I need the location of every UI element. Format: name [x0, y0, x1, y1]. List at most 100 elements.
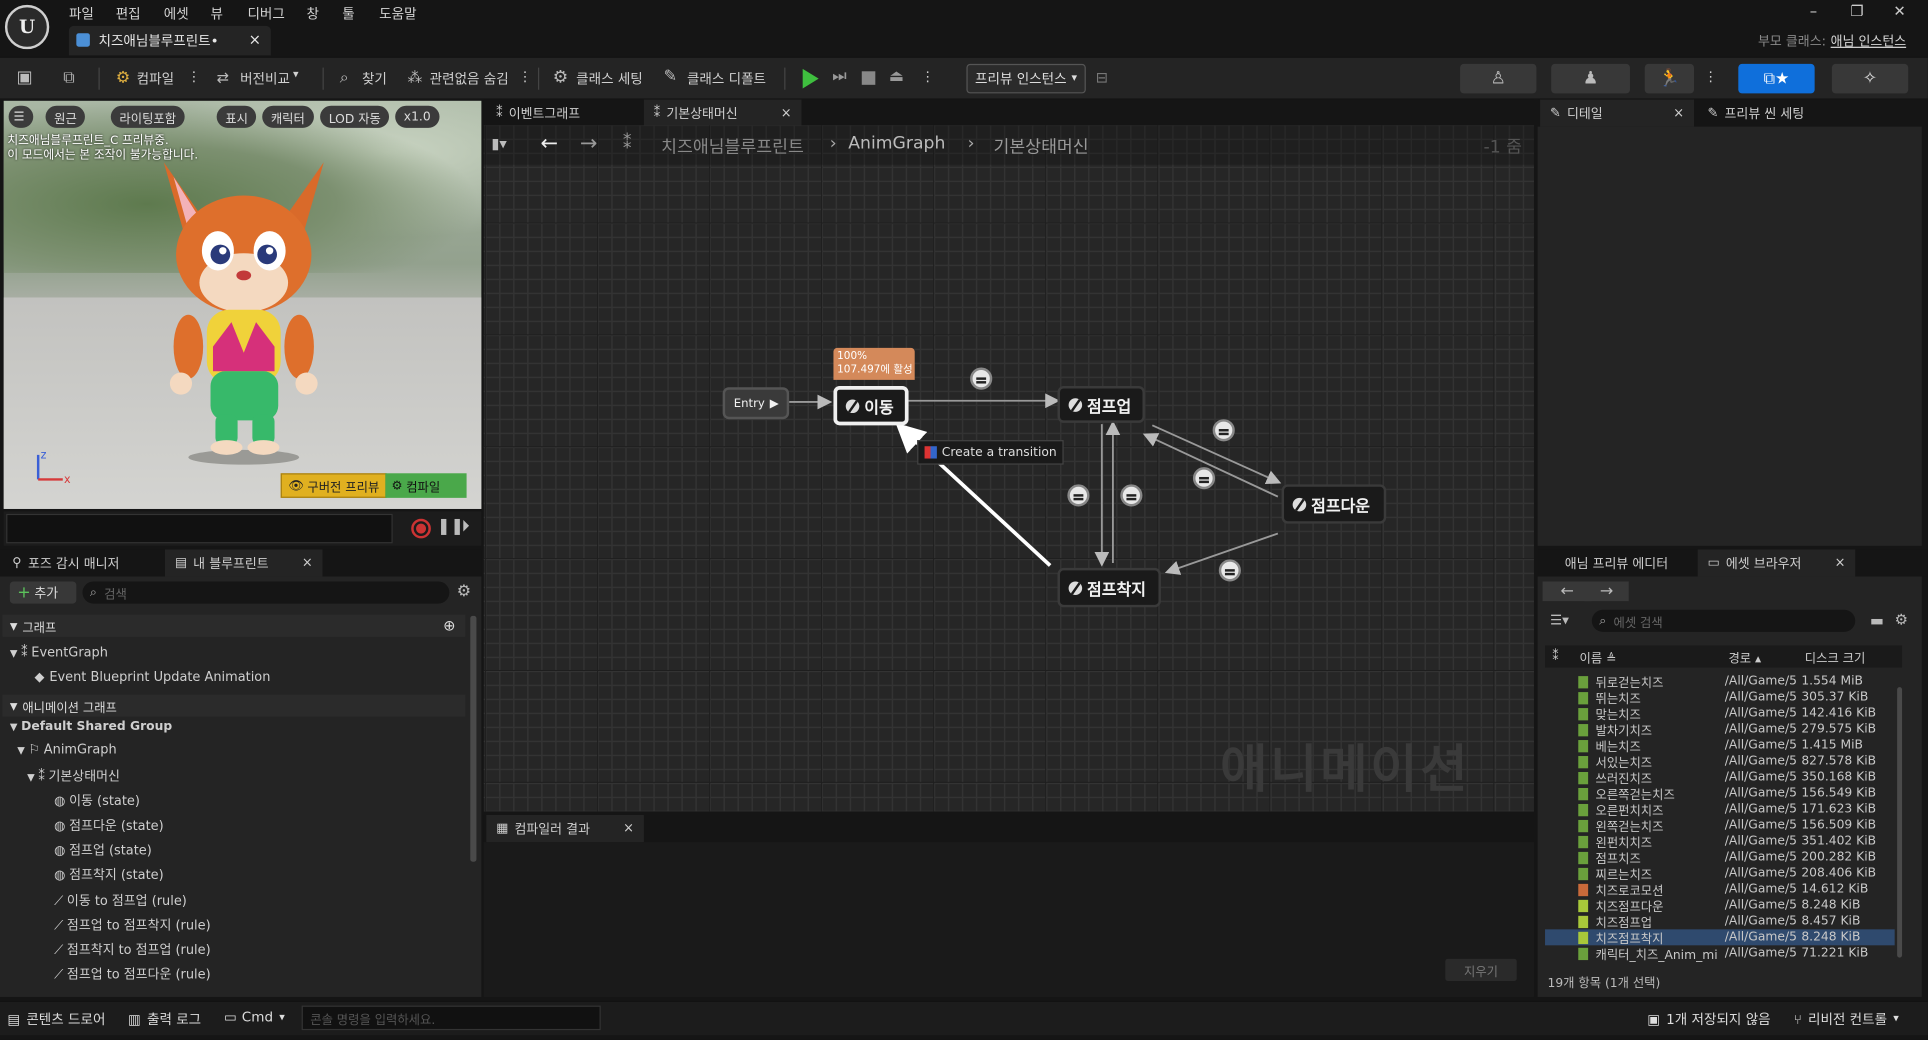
- search-input[interactable]: ⌕ 검색: [82, 581, 450, 604]
- close-icon[interactable]: ×: [302, 556, 313, 571]
- asset-row[interactable]: 맞는치즈/All/Game/5 142.416 KiB: [1545, 706, 1895, 723]
- menu-asset[interactable]: 에셋: [164, 4, 189, 24]
- diff-button[interactable]: 버전비교: [240, 69, 290, 89]
- tree-anim-graph[interactable]: ▼ ⚐ AnimGraph: [17, 742, 116, 757]
- state-node-jump-down[interactable]: 점프다운: [1281, 484, 1387, 524]
- step-forward-icon[interactable]: ⏵: [462, 518, 470, 536]
- menu-view[interactable]: 뷰: [211, 4, 223, 24]
- menu-tools[interactable]: 툴: [342, 4, 354, 24]
- unsaved-button[interactable]: ▣ 1개 저장되지 않음: [1647, 1009, 1770, 1029]
- asset-row[interactable]: 뛰는치즈/All/Game/5 305.37 KiB: [1545, 690, 1895, 707]
- viewport-menu-button[interactable]: ☰: [8, 105, 34, 128]
- state-node-jump-land[interactable]: 점프착지: [1057, 567, 1161, 608]
- transition-rule-icon[interactable]: [1067, 484, 1090, 507]
- add-graph-icon[interactable]: ⊕: [443, 617, 455, 634]
- filter-icon[interactable]: ☰▾: [1550, 612, 1569, 628]
- animation-mode-button[interactable]: 🏃: [1644, 63, 1694, 94]
- add-button[interactable]: + 추가: [9, 581, 77, 604]
- more-icon[interactable]: ⋮: [518, 69, 532, 85]
- gear-icon[interactable]: ⚙: [457, 583, 471, 601]
- class-settings-button[interactable]: 클래스 세팅: [576, 69, 643, 89]
- transition-rule-icon[interactable]: [1212, 419, 1235, 442]
- step-icon[interactable]: ⏭: [832, 68, 846, 86]
- asset-row[interactable]: 쓰러진치즈/All/Game/5 350.168 KiB: [1545, 770, 1895, 787]
- asset-row[interactable]: 왼쪽걷는치즈/All/Game/5 156.509 KiB: [1545, 817, 1895, 835]
- tab-anim-preview-editor[interactable]: 애님 프리뷰 에디터: [1555, 549, 1678, 576]
- tree-default-group[interactable]: ▼ Default Shared Group: [10, 720, 172, 734]
- chevron-down-icon[interactable]: ▾: [293, 69, 299, 81]
- tree-state-machine[interactable]: ▼ ⁑ 기본상태머신: [27, 767, 120, 785]
- content-drawer-button[interactable]: ▤ 콘텐츠 드로어: [7, 1009, 105, 1029]
- tree-state[interactable]: ◍ 점프다운 (state): [54, 816, 164, 834]
- tree-rule[interactable]: ⟋ 점프업 to 점프다운 (rule): [54, 965, 210, 983]
- eject-icon[interactable]: ⏏: [889, 68, 904, 86]
- tree-rule[interactable]: ⟋ 점프착지 to 점프업 (rule): [54, 940, 210, 958]
- preview-viewport[interactable]: ☰ 원근 라이팅포함 표시 캐릭터 LOD 자동 x1.0 치즈애님블루프린트_…: [3, 100, 482, 509]
- preview-instance-dropdown[interactable]: 프리뷰 인스턴스 ▾: [966, 63, 1086, 94]
- graphs-section-header[interactable]: ▼ 그래프 ⊕: [2, 614, 466, 637]
- menu-help[interactable]: 도움말: [379, 4, 416, 24]
- tab-pose-watch[interactable]: ⚲ 포즈 감시 매니저: [2, 549, 129, 576]
- output-log-button[interactable]: ▥ 출력 로그: [128, 1009, 201, 1029]
- viewport-lighting-button[interactable]: 라이팅포함: [110, 105, 185, 128]
- asset-row[interactable]: 치즈로코모션/All/Game/5 14.612 KiB: [1545, 881, 1895, 899]
- minimize-button[interactable]: –: [1810, 2, 1817, 19]
- asset-row[interactable]: 서있는치즈/All/Game/5 827.578 KiB: [1545, 754, 1895, 771]
- forward-arrow-icon[interactable]: →: [1584, 581, 1629, 602]
- asset-row[interactable]: 점프치즈/All/Game/5 200.282 KiB: [1545, 849, 1895, 867]
- viewport-speed-button[interactable]: x1.0: [395, 105, 440, 128]
- viewport-lod-button[interactable]: LOD 자동: [320, 105, 390, 128]
- transition-rule-icon[interactable]: [1120, 484, 1143, 507]
- blueprint-mode-button[interactable]: ⧉★: [1738, 63, 1815, 94]
- document-tab[interactable]: 치즈애님블루프린트• ×: [68, 25, 271, 56]
- viewport-character-button[interactable]: 캐릭터: [262, 105, 314, 128]
- more-icon[interactable]: ⋮: [1704, 69, 1718, 85]
- stale-preview-badge[interactable]: 👁 구버전 프리뷰: [280, 473, 387, 498]
- tree-rule[interactable]: ⟋ 이동 to 점프업 (rule): [54, 891, 187, 909]
- close-icon[interactable]: ×: [249, 31, 261, 48]
- close-window-button[interactable]: ✕: [1893, 2, 1905, 19]
- close-icon[interactable]: ×: [781, 106, 792, 121]
- viewport-perspective-button[interactable]: 원근: [45, 105, 86, 128]
- asset-row[interactable]: 치즈점프업/All/Game/5 8.457 KiB: [1545, 913, 1895, 931]
- transition-rule-icon[interactable]: [970, 367, 993, 390]
- hide-unrelated-button[interactable]: 관련없음 숨김: [430, 69, 509, 89]
- restore-button[interactable]: ❐: [1850, 2, 1863, 19]
- tab-details[interactable]: ✎ 디테일 ×: [1540, 99, 1694, 127]
- transition-rule-icon[interactable]: [1218, 559, 1241, 582]
- entry-node[interactable]: Entry ▶: [722, 387, 790, 420]
- tab-preview-scene[interactable]: ✎ 프리뷰 씬 세팅: [1698, 100, 1814, 127]
- parent-class-link[interactable]: 애님 인스턴스: [1831, 32, 1906, 50]
- more-icon[interactable]: ⋮: [187, 69, 201, 85]
- anim-graphs-section-header[interactable]: ▼ 애니메이션 그래프: [2, 694, 466, 717]
- menu-window[interactable]: 창: [307, 4, 319, 24]
- asset-row[interactable]: 오른쪽걷는치즈/All/Game/5 156.549 KiB: [1545, 786, 1895, 803]
- tab-event-graph[interactable]: ⁑ 이벤트그래프: [486, 100, 590, 127]
- revision-control-button[interactable]: ⑂ 리비전 컨트롤 ▾: [1794, 1009, 1899, 1029]
- browse-icon[interactable]: ⧉: [59, 68, 79, 88]
- tab-state-machine[interactable]: ⁑ 기본상태머신 ×: [643, 99, 802, 127]
- state-machine-graph[interactable]: ▮▾ ← → ⁑ 치즈애님블루프린트 › AnimGraph › 기본상태머신 …: [483, 125, 1534, 812]
- find-button[interactable]: 찾기: [362, 69, 387, 89]
- tree-state[interactable]: ◍ 점프업 (state): [54, 841, 152, 859]
- tab-my-blueprint[interactable]: ▤ 내 블루프린트 ×: [164, 549, 323, 577]
- clear-button[interactable]: 지우기: [1445, 958, 1517, 981]
- save-icon[interactable]: ▣: [15, 68, 35, 88]
- asset-search-input[interactable]: ⌕ 에셋 검색: [1591, 609, 1856, 632]
- transition-rule-icon[interactable]: [1192, 467, 1216, 490]
- stop-icon[interactable]: [861, 71, 876, 85]
- viewport-show-button[interactable]: 표시: [216, 105, 257, 128]
- cmd-dropdown[interactable]: ▭ Cmd ▾: [224, 1009, 285, 1025]
- tab-compiler-results[interactable]: ▦ 컴파일러 결과 ×: [486, 815, 644, 843]
- tab-asset-browser[interactable]: ▭ 에셋 브라우저 ×: [1697, 549, 1856, 577]
- tree-event-graph[interactable]: ▼ ⁑ EventGraph: [10, 645, 108, 660]
- tree-state[interactable]: ◍ 이동 (state): [54, 792, 140, 810]
- menu-file[interactable]: 파일: [69, 4, 94, 24]
- skeleton-mode-button[interactable]: ♙: [1460, 63, 1537, 94]
- asset-row[interactable]: 치즈점프착지/All/Game/5 8.248 KiB: [1545, 929, 1895, 947]
- asset-row[interactable]: 치즈점프다운/All/Game/5 8.248 KiB: [1545, 897, 1895, 915]
- asset-row[interactable]: 뒤로걷는치즈/All/Game/5 1.554 MiB: [1545, 674, 1895, 691]
- folder-icon[interactable]: ▬: [1870, 612, 1884, 629]
- asset-row[interactable]: 캐릭터_치즈_Anim_mi/All/Game/5 71.221 KiB: [1545, 945, 1895, 963]
- tree-event-update[interactable]: ◆ Event Blueprint Update Animation: [34, 670, 270, 685]
